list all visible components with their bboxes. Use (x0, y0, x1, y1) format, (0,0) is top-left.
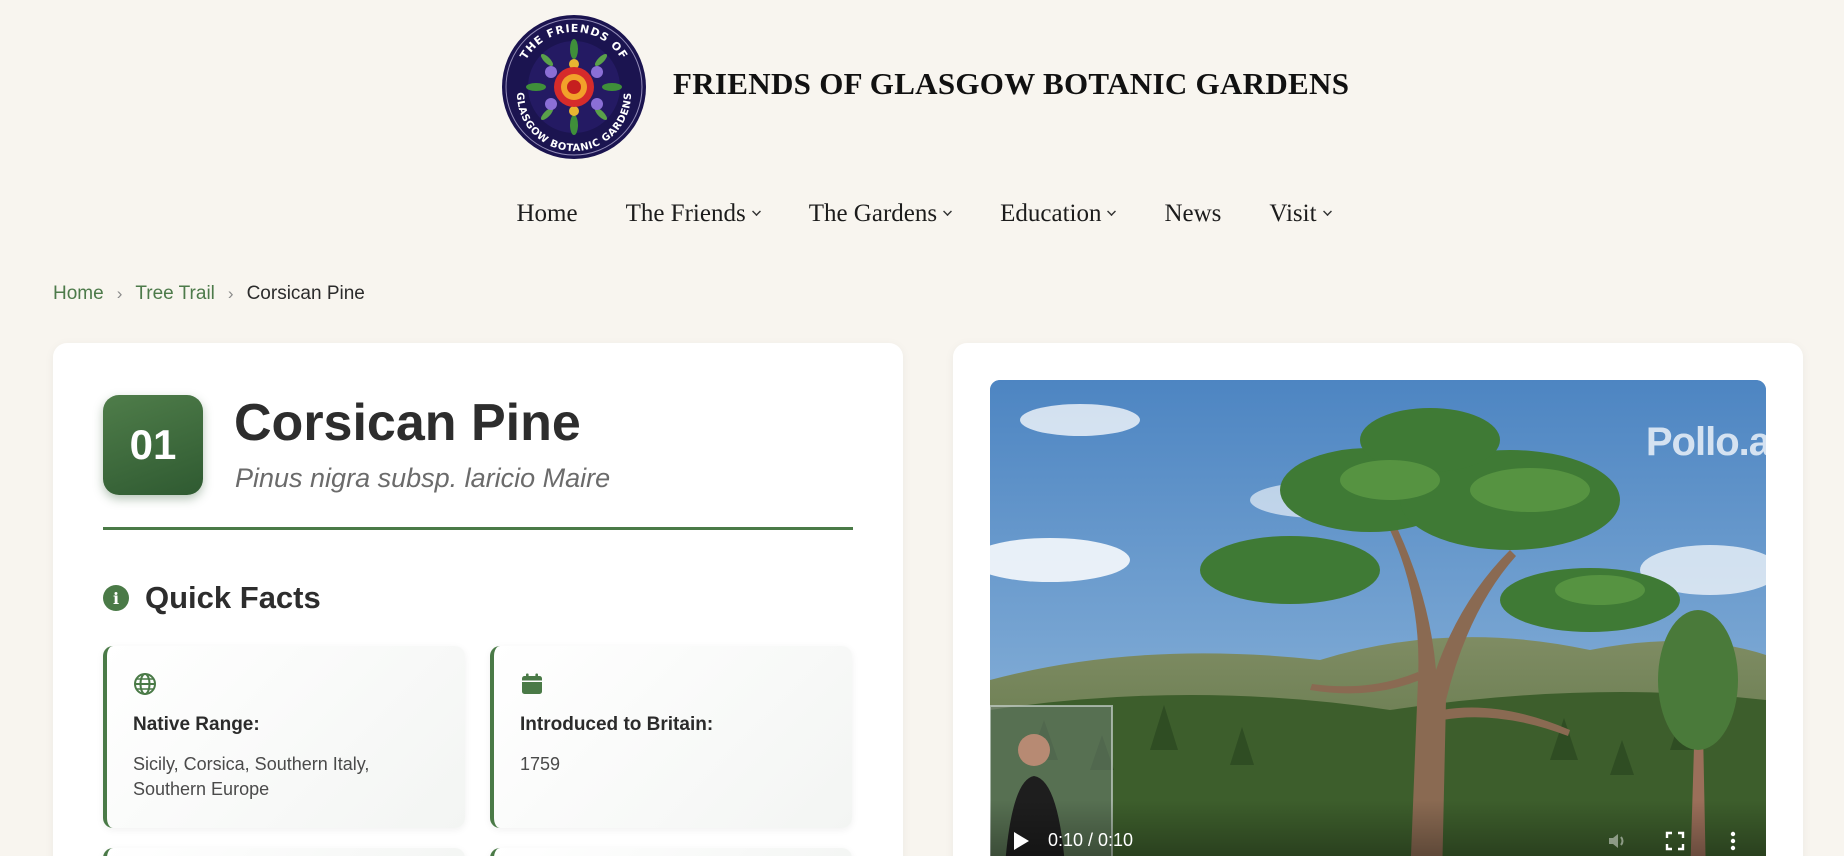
chevron-down-icon (751, 207, 761, 216)
quick-facts-title: Quick Facts (145, 580, 321, 615)
nav-item-education[interactable]: Education (976, 200, 1140, 228)
breadcrumb-tree-trail-link[interactable]: Tree Trail (135, 283, 215, 305)
fact-tile-native-range: Native Range: Sicily, Corsica, Southern … (103, 646, 465, 828)
breadcrumb: Home › Tree Trail › Corsican Pine (53, 283, 365, 305)
nav-item-label: The Gardens (808, 200, 938, 227)
nav-item-news[interactable]: News (1140, 200, 1245, 228)
site-title[interactable]: FRIENDS OF GLASGOW BOTANIC GARDENS (673, 66, 1349, 102)
fact-tile-partial (490, 848, 852, 856)
globe-icon (134, 673, 156, 695)
tree-name: Corsican Pine (234, 394, 581, 452)
calendar-icon (522, 673, 542, 694)
nav-item-label: News (1164, 200, 1222, 227)
chevron-down-icon (943, 207, 953, 216)
nav-item-label: Visit (1269, 200, 1317, 227)
nav-item-label: Education (1000, 200, 1102, 227)
breadcrumb-current: Corsican Pine (246, 283, 365, 304)
nav-item-the-gardens[interactable]: The Gardens (785, 200, 976, 228)
breadcrumb-separator: › (227, 284, 234, 303)
chevron-down-icon (1322, 207, 1332, 216)
fullscreen-icon[interactable] (1664, 830, 1686, 852)
fact-value: Sicily, Corsica, Southern Italy, Souther… (133, 754, 370, 799)
fact-label: Native Range: (133, 714, 260, 735)
nav-item-label: The Friends (625, 200, 746, 227)
tree-latin-name: Pinus nigra subsp. laricio Maire (235, 463, 611, 493)
tree-number-badge: 01 (103, 395, 203, 495)
fact-tile-introduced: Introduced to Britain: 1759 (490, 646, 852, 828)
play-icon[interactable] (1012, 831, 1030, 851)
nav-item-home[interactable]: Home (492, 200, 601, 228)
quick-facts-heading: i Quick Facts (103, 580, 321, 616)
breadcrumb-separator: › (116, 284, 123, 303)
fact-label: Introduced to Britain: (520, 714, 714, 735)
title-divider (103, 527, 853, 530)
chevron-down-icon (1107, 207, 1117, 216)
video-watermark: Pollo.a (1645, 420, 1766, 464)
breadcrumb-home-link[interactable]: Home (53, 283, 104, 305)
nav-item-label: Home (516, 200, 578, 227)
fact-value: 1759 (520, 754, 561, 774)
site-logo[interactable]: THE FRIENDS OF GLASGOW BOTANIC GARDENS (499, 14, 649, 160)
tree-info-card: 01 Corsican Pine Pinus nigra subsp. lari… (53, 343, 903, 856)
volume-icon[interactable] (1606, 830, 1628, 852)
tree-video-player[interactable]: Pollo.a 0:10 / 0:10 (990, 380, 1766, 856)
site-header: THE FRIENDS OF GLASGOW BOTANIC GARDENS F… (0, 0, 1844, 175)
nav-item-visit[interactable]: Visit (1245, 200, 1355, 228)
fact-tile-partial (103, 848, 465, 856)
nav-item-the-friends[interactable]: The Friends (602, 200, 785, 228)
video-controls: 0:10 / 0:10 (990, 800, 1766, 856)
more-options-icon[interactable] (1722, 830, 1744, 852)
tree-media-card: Pollo.a 0:10 / 0:10 (953, 343, 1803, 856)
main-navigation: Home The Friends The Gardens Education N… (0, 200, 1844, 240)
video-time: 0:10 / 0:10 (1048, 830, 1134, 850)
info-icon: i (103, 585, 129, 611)
